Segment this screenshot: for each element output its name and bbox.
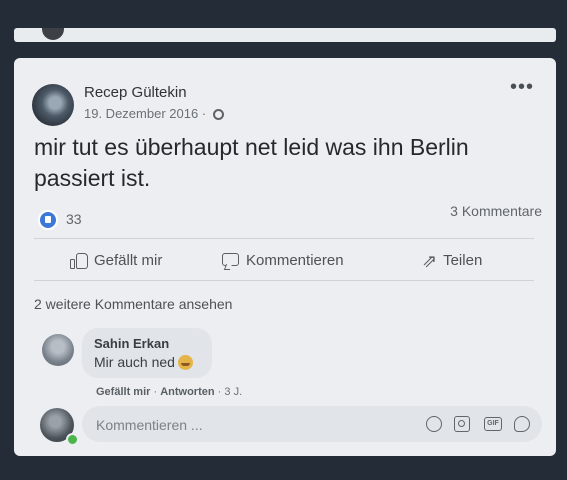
reaction-count[interactable]: 33 [66,211,82,227]
more-horizontal-icon[interactable]: ••• [510,76,534,99]
previous-avatar-edge [42,28,64,40]
comment-actions: Gefällt mir · Antworten · 3 J. [96,386,242,398]
comment-composer: GIF [82,406,542,444]
globe-icon [212,109,224,120]
view-more-comments-link[interactable]: 2 weitere Kommentare ansehen [34,296,232,312]
post-meta: 19. Dezember 2016 · [84,106,224,121]
divider [34,280,534,281]
online-status-dot [66,433,79,446]
author-name[interactable]: Recep Gültekin [84,84,187,101]
share-icon: ⇗ [422,250,438,271]
like-reaction-icon[interactable] [38,210,58,230]
divider [34,238,534,239]
author-avatar[interactable] [32,84,74,126]
emoji-picker-icon[interactable] [426,416,442,432]
comment-reply-link[interactable]: Antworten [160,386,214,398]
comment-count[interactable]: 3 Kommentare [450,203,542,219]
like-button[interactable]: Gefällt mir [70,252,162,269]
comment-bubble: Sahin Erkan Mir auch ned [82,328,212,378]
gif-icon[interactable]: GIF [484,417,502,431]
comment-icon [222,252,240,269]
comment-label: Kommentieren [246,252,344,269]
previous-post-edge [14,28,556,42]
share-label: Teilen [443,252,483,269]
thumbs-up-icon [70,252,88,269]
post-actions: Gefällt mir Kommentieren ⇗ Teilen [34,244,534,280]
like-label: Gefällt mir [94,252,163,269]
commenter-avatar[interactable] [42,334,74,366]
comment-text: Mir auch ned [94,354,193,370]
commenter-name[interactable]: Sahin Erkan [94,336,169,351]
grinning-emoji-icon [177,354,193,370]
comment-like-link[interactable]: Gefällt mir [96,386,150,398]
comment-input[interactable] [94,406,398,444]
camera-icon[interactable] [454,416,470,432]
post-date[interactable]: 19. Dezember 2016 · [84,106,206,121]
post-card: Recep Gültekin 19. Dezember 2016 · ••• m… [14,58,556,456]
post-text: mir tut es überhaupt net leid was ihn Be… [34,134,469,191]
share-button[interactable]: ⇗ Teilen [422,250,483,271]
comment-button[interactable]: Kommentieren [222,252,344,269]
comment-text-body: Mir auch ned [94,354,175,370]
sticker-icon[interactable] [514,416,530,432]
comment-time[interactable]: 3 J. [224,386,242,398]
